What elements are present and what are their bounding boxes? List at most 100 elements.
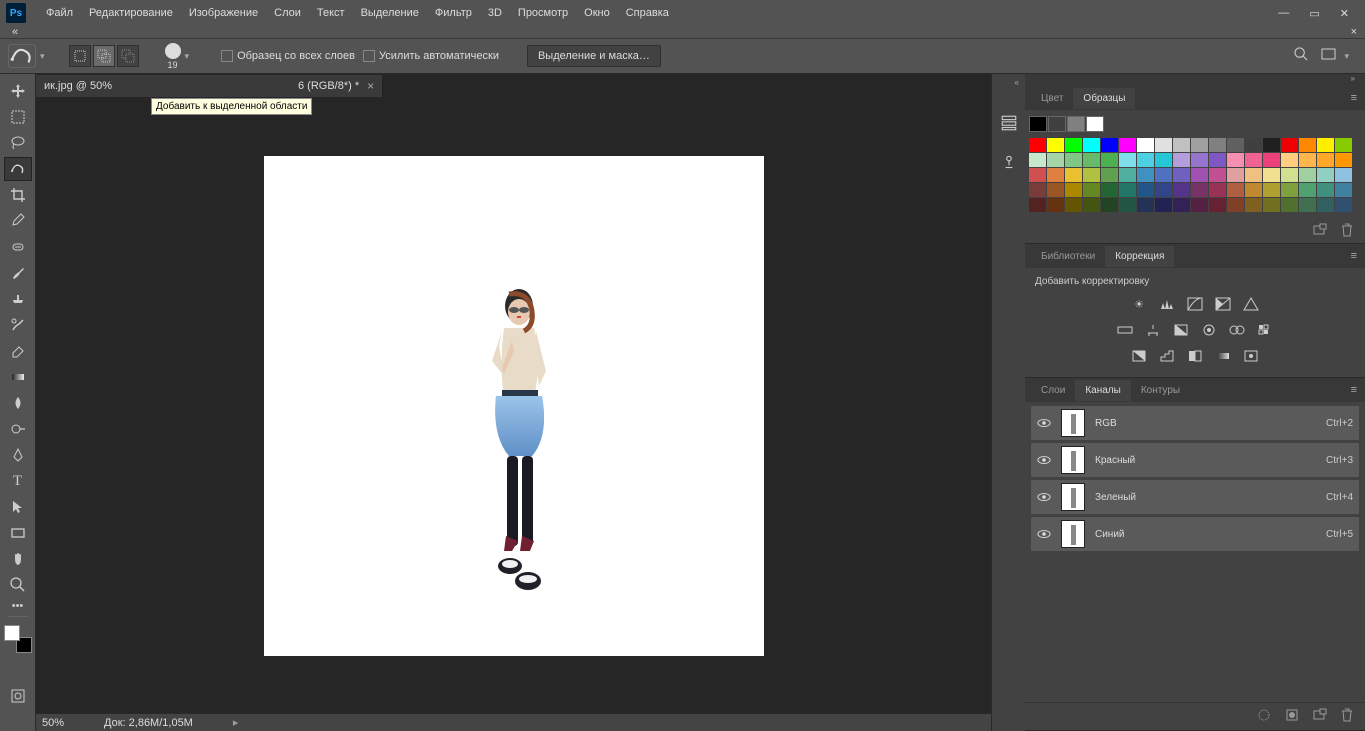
- visibility-icon[interactable]: [1037, 416, 1051, 430]
- tool-indicator[interactable]: [8, 44, 36, 68]
- swatch[interactable]: [1263, 168, 1280, 182]
- menu-help[interactable]: Справка: [618, 3, 677, 23]
- rectangle-tool[interactable]: [4, 521, 32, 545]
- swatch[interactable]: [1101, 138, 1118, 152]
- move-tool[interactable]: [4, 79, 32, 103]
- swatch[interactable]: [1191, 183, 1208, 197]
- swatch[interactable]: [1227, 153, 1244, 167]
- swatch[interactable]: [1263, 198, 1280, 212]
- selection-subtract-button[interactable]: [117, 45, 139, 67]
- swatch[interactable]: [1137, 198, 1154, 212]
- swatch[interactable]: [1317, 198, 1334, 212]
- swatch[interactable]: [1086, 116, 1104, 132]
- swatch[interactable]: [1155, 198, 1172, 212]
- hue-saturation-icon[interactable]: [1116, 321, 1134, 339]
- swatch[interactable]: [1047, 168, 1064, 182]
- swatch[interactable]: [1155, 168, 1172, 182]
- close-tab-icon[interactable]: ×: [367, 79, 374, 93]
- artboard[interactable]: [264, 156, 764, 656]
- expand-panels-icon[interactable]: «: [992, 78, 1025, 90]
- hand-tool[interactable]: [4, 547, 32, 571]
- new-swatch-icon[interactable]: [1313, 223, 1327, 240]
- swatch[interactable]: [1083, 198, 1100, 212]
- adjustments-tab[interactable]: Коррекция: [1105, 246, 1174, 267]
- invert-icon[interactable]: [1130, 347, 1148, 365]
- swatch[interactable]: [1083, 183, 1100, 197]
- marquee-tool[interactable]: [4, 105, 32, 129]
- eraser-tool[interactable]: [4, 339, 32, 363]
- swatch[interactable]: [1047, 153, 1064, 167]
- swatch[interactable]: [1029, 183, 1046, 197]
- levels-icon[interactable]: [1158, 295, 1176, 313]
- swatch[interactable]: [1263, 183, 1280, 197]
- swatch[interactable]: [1173, 138, 1190, 152]
- swatch[interactable]: [1281, 168, 1298, 182]
- save-selection-icon[interactable]: [1285, 708, 1299, 725]
- swatch[interactable]: [1083, 153, 1100, 167]
- swatch[interactable]: [1173, 153, 1190, 167]
- libraries-tab[interactable]: Библиотеки: [1031, 246, 1105, 267]
- swatch[interactable]: [1209, 183, 1226, 197]
- zoom-level[interactable]: 50%: [42, 717, 64, 729]
- swatch[interactable]: [1317, 138, 1334, 152]
- swatch[interactable]: [1137, 183, 1154, 197]
- swatch[interactable]: [1227, 183, 1244, 197]
- eyedropper-tool[interactable]: [4, 209, 32, 233]
- swatch[interactable]: [1191, 138, 1208, 152]
- brush-dropdown-icon[interactable]: ▾: [185, 51, 190, 62]
- swatch[interactable]: [1119, 198, 1136, 212]
- swatch[interactable]: [1119, 183, 1136, 197]
- swatch[interactable]: [1281, 138, 1298, 152]
- swatch[interactable]: [1155, 183, 1172, 197]
- swatch[interactable]: [1155, 138, 1172, 152]
- brush-preview[interactable]: 19: [165, 43, 181, 70]
- document-info[interactable]: Док: 2,86M/1,05M: [104, 717, 193, 729]
- channel-row[interactable]: СинийCtrl+5: [1031, 517, 1359, 551]
- swatch[interactable]: [1335, 183, 1352, 197]
- swatch[interactable]: [1119, 168, 1136, 182]
- healing-brush-tool[interactable]: [4, 235, 32, 259]
- window-restore-icon[interactable]: ▭: [1309, 7, 1319, 20]
- selection-new-button[interactable]: [69, 45, 91, 67]
- history-brush-tool[interactable]: [4, 313, 32, 337]
- swatch[interactable]: [1137, 168, 1154, 182]
- color-lookup-icon[interactable]: [1256, 321, 1274, 339]
- swatch[interactable]: [1047, 138, 1064, 152]
- swatch[interactable]: [1119, 138, 1136, 152]
- close-icon[interactable]: ×: [1351, 26, 1357, 38]
- channels-tab[interactable]: Каналы: [1075, 380, 1131, 401]
- document-tab[interactable]: ик.jpg @ 50% 6 (RGB/8*) * ×: [36, 75, 383, 97]
- gradient-tool[interactable]: [4, 365, 32, 389]
- window-close-icon[interactable]: ✕: [1340, 7, 1349, 20]
- blur-tool[interactable]: [4, 391, 32, 415]
- lasso-tool[interactable]: [4, 131, 32, 155]
- swatch[interactable]: [1137, 153, 1154, 167]
- swatch[interactable]: [1335, 138, 1352, 152]
- swatch[interactable]: [1083, 138, 1100, 152]
- swatch[interactable]: [1173, 198, 1190, 212]
- swatch[interactable]: [1227, 198, 1244, 212]
- swatches-tab[interactable]: Образцы: [1073, 88, 1135, 109]
- delete-channel-icon[interactable]: [1341, 708, 1353, 725]
- sample-all-layers-checkbox[interactable]: Образец со всех слоев: [221, 50, 355, 62]
- brightness-contrast-icon[interactable]: ☀: [1130, 295, 1148, 313]
- swatch[interactable]: [1047, 198, 1064, 212]
- swatch[interactable]: [1065, 153, 1082, 167]
- swatch[interactable]: [1191, 198, 1208, 212]
- channel-row[interactable]: ЗеленыйCtrl+4: [1031, 480, 1359, 514]
- swatch[interactable]: [1209, 153, 1226, 167]
- swatch[interactable]: [1245, 198, 1262, 212]
- load-selection-icon[interactable]: [1257, 708, 1271, 725]
- swatch[interactable]: [1335, 168, 1352, 182]
- swatch[interactable]: [1263, 153, 1280, 167]
- menu-filter[interactable]: Фильтр: [427, 3, 480, 23]
- menu-3d[interactable]: 3D: [480, 3, 510, 23]
- swatch[interactable]: [1137, 138, 1154, 152]
- history-panel-icon[interactable]: [998, 112, 1020, 134]
- clone-stamp-tool[interactable]: [4, 287, 32, 311]
- search-icon[interactable]: [1294, 47, 1309, 65]
- swatch[interactable]: [1299, 183, 1316, 197]
- dropdown-icon[interactable]: ▾: [40, 51, 45, 62]
- brush-tool[interactable]: [4, 261, 32, 285]
- exposure-icon[interactable]: [1214, 295, 1232, 313]
